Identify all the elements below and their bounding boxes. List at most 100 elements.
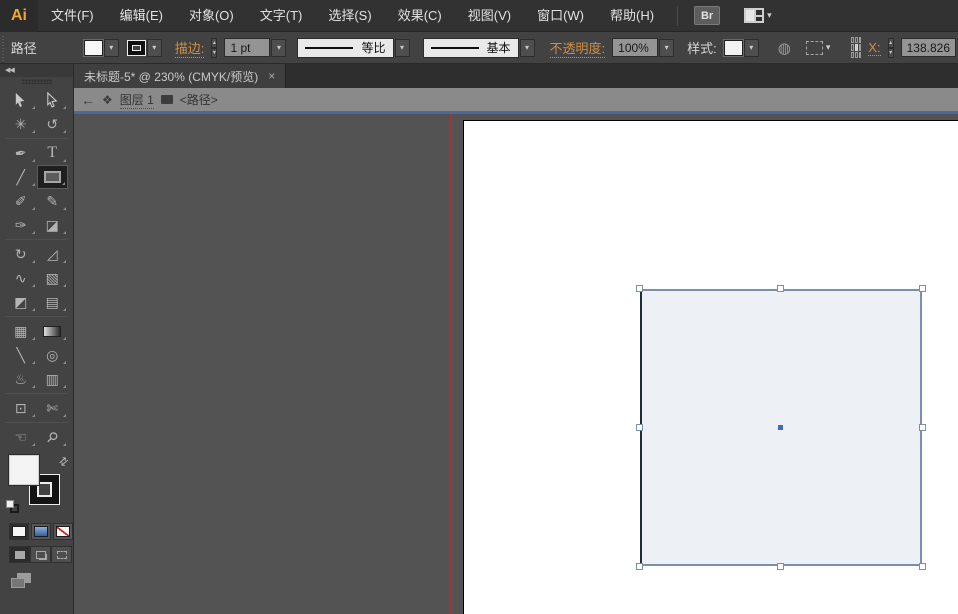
stepper-down-icon[interactable]: ▾ — [888, 48, 894, 58]
stepper-up-icon[interactable]: ▴ — [888, 38, 894, 48]
document-tab[interactable]: 未标题-5* @ 230% (CMYK/预览) × — [74, 64, 286, 88]
selection-handle-se[interactable] — [919, 563, 926, 570]
stepper-up-icon[interactable]: ▴ — [211, 38, 217, 48]
canvas[interactable] — [74, 114, 958, 614]
menu-effect[interactable]: 效果(C) — [385, 0, 455, 32]
arrange-documents-button[interactable]: ▾ — [744, 8, 772, 23]
magic-wand-icon: ✳ — [15, 116, 27, 133]
perspective-grid-tool[interactable]: ▤ — [37, 290, 69, 314]
menu-view[interactable]: 视图(V) — [455, 0, 524, 32]
zoom-tool[interactable]: ⚲ — [37, 425, 69, 449]
column-graph-tool[interactable]: ▥ — [37, 367, 69, 391]
tools-panel-collapse-button[interactable]: ◀◀ — [0, 64, 73, 77]
none-button[interactable] — [53, 523, 73, 540]
reference-point-locator[interactable] — [851, 37, 861, 58]
eraser-tool[interactable]: ◪ — [37, 213, 69, 237]
opacity-field[interactable]: 100% — [612, 38, 658, 57]
close-icon[interactable]: × — [268, 70, 275, 82]
blend-tool[interactable]: ◎ — [37, 343, 69, 367]
selection-handle-w[interactable] — [636, 424, 643, 431]
draw-inside-button[interactable] — [51, 546, 72, 563]
free-transform-tool[interactable]: ▧ — [37, 266, 69, 290]
menu-object[interactable]: 对象(O) — [176, 0, 247, 32]
shape-builder-tool[interactable]: ◩ — [5, 290, 37, 314]
eyedropper-tool[interactable]: ╲ — [5, 343, 37, 367]
type-tool[interactable]: T — [37, 141, 69, 165]
graphic-style-swatch[interactable] — [724, 40, 743, 56]
slice-tool[interactable]: ✄ — [37, 396, 69, 420]
brush-definition-select[interactable]: 基本 — [423, 38, 519, 58]
selection-handle-nw[interactable] — [636, 285, 643, 292]
draw-behind-button[interactable] — [30, 546, 51, 563]
x-coordinate-field[interactable]: 138.826 — [901, 38, 956, 57]
selection-handle-n[interactable] — [777, 285, 784, 292]
stroke-panel-link[interactable]: 描边: — [175, 38, 205, 58]
selection-tool[interactable] — [5, 88, 37, 112]
fill-color-swatch[interactable] — [84, 40, 103, 56]
screen-mode-button[interactable] — [0, 563, 73, 589]
stroke-color-swatch[interactable] — [127, 40, 146, 56]
swap-fill-stroke-icon[interactable]: ⇄ — [56, 454, 71, 470]
select-similar-button[interactable]: ▾ — [806, 41, 831, 55]
lasso-tool[interactable]: ↺ — [37, 112, 69, 136]
tool-group-divider — [5, 239, 68, 240]
stroke-weight-stepper[interactable]: ▴ ▾ — [211, 38, 217, 58]
direct-selection-tool[interactable] — [37, 88, 69, 112]
blob-brush-tool[interactable]: ✑ — [5, 213, 37, 237]
selection-handle-sw[interactable] — [636, 563, 643, 570]
panel-grip[interactable] — [0, 32, 4, 63]
stroke-weight-dropdown[interactable]: ▾ — [271, 39, 286, 57]
draw-inside-icon — [57, 551, 67, 559]
tools-panel-grip[interactable] — [0, 77, 73, 86]
magic-wand-tool[interactable]: ✳ — [5, 112, 37, 136]
tool-group-divider — [5, 422, 68, 423]
selection-handle-s[interactable] — [777, 563, 784, 570]
stroke-color-dropdown[interactable]: ▾ — [147, 39, 162, 57]
artboard-tool[interactable]: ⊡ — [5, 396, 37, 420]
menu-file[interactable]: 文件(F) — [38, 0, 107, 32]
selection-handle-e[interactable] — [919, 424, 926, 431]
menu-window[interactable]: 窗口(W) — [524, 0, 597, 32]
chevron-down-icon: ▾ — [277, 43, 281, 52]
x-coordinate-stepper[interactable]: ▴ ▾ — [888, 38, 894, 58]
rotate-tool[interactable]: ↻ — [5, 242, 37, 266]
selection-handle-ne[interactable] — [919, 285, 926, 292]
exit-isolation-back-icon[interactable]: ← — [81, 93, 95, 107]
menu-help[interactable]: 帮助(H) — [597, 0, 667, 32]
color-button[interactable] — [9, 523, 29, 540]
pencil-tool[interactable]: ✎ — [37, 189, 69, 213]
mesh-tool[interactable]: ▦ — [5, 319, 37, 343]
fill-color-dropdown[interactable]: ▾ — [104, 39, 119, 57]
opacity-panel-link[interactable]: 不透明度: — [550, 38, 606, 58]
default-fill-stroke-button[interactable] — [6, 500, 19, 513]
brush-definition-dropdown[interactable]: ▾ — [520, 39, 535, 57]
gradient-tool[interactable] — [37, 319, 69, 343]
width-profile-select[interactable]: 等比 — [297, 38, 393, 58]
fill-proxy-swatch[interactable] — [9, 455, 39, 485]
app-logo[interactable]: Ai — [0, 0, 38, 32]
isolation-layer-breadcrumb[interactable]: 图层 1 — [120, 91, 154, 109]
rectangle-tool[interactable] — [37, 165, 69, 189]
hand-tool[interactable]: ☜ — [5, 425, 37, 449]
recolor-artwork-icon[interactable]: ◍ — [778, 39, 791, 57]
opacity-dropdown[interactable]: ▾ — [659, 39, 674, 57]
menu-type[interactable]: 文字(T) — [247, 0, 316, 32]
width-profile-dropdown[interactable]: ▾ — [395, 39, 410, 57]
scale-tool[interactable]: ◿ — [37, 242, 69, 266]
menu-edit[interactable]: 编辑(E) — [107, 0, 176, 32]
line-segment-tool[interactable]: ╱ — [5, 165, 37, 189]
stepper-down-icon[interactable]: ▾ — [211, 48, 217, 58]
graphic-style-dropdown[interactable]: ▾ — [744, 39, 759, 57]
x-coordinate-label[interactable]: X: — [868, 40, 880, 56]
pen-tool[interactable]: ✒ — [5, 141, 37, 165]
stroke-weight-field[interactable]: 1 pt — [224, 38, 270, 57]
selected-rectangle[interactable] — [640, 289, 922, 566]
menu-select[interactable]: 选择(S) — [315, 0, 384, 32]
paintbrush-tool[interactable]: ✐ — [5, 189, 37, 213]
anchor-center-point[interactable] — [778, 425, 783, 430]
gradient-button[interactable] — [31, 523, 51, 540]
bridge-button[interactable]: Br — [694, 6, 720, 25]
symbol-sprayer-tool[interactable]: ♨ — [5, 367, 37, 391]
width-tool[interactable]: ∿ — [5, 266, 37, 290]
draw-normal-button[interactable] — [9, 546, 30, 563]
